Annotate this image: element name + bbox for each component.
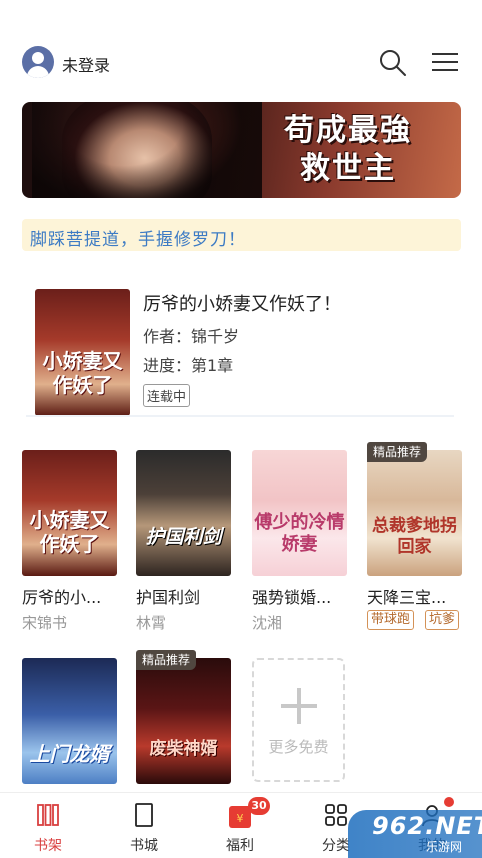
book-cover[interactable]: 废柴神婿 — [136, 658, 231, 784]
book-author: 宋锦书 — [22, 614, 68, 632]
premium-badge: 精品推荐 — [136, 650, 197, 670]
featured-book-progress: 进度：第1章 — [143, 356, 234, 375]
book-item[interactable]: 上门龙婿 — [22, 658, 117, 784]
book-cover[interactable]: 傅少的冷情娇妻 — [252, 450, 347, 576]
header: 未登录 — [22, 44, 462, 84]
featured-book-author: 作者：锦千岁 — [143, 327, 240, 346]
category-grid-icon — [324, 803, 348, 827]
book-tag: 坑爹 — [425, 610, 460, 630]
book-title: 厉爷的小... — [22, 588, 102, 607]
search-icon[interactable] — [378, 48, 408, 78]
book-item[interactable]: 护国利剑 护国利剑 林霄 — [136, 450, 231, 632]
site-watermark: 962.NET 乐游网 — [348, 810, 482, 858]
tab-welfare[interactable]: ¥ 30 福利 — [200, 797, 280, 857]
promo-banner[interactable]: 苟成最強 救世主 — [22, 102, 461, 198]
menu-icon[interactable] — [430, 50, 460, 76]
featured-book[interactable]: 小娇妻又作妖了 厉爷的小娇妻又作妖了！ 作者：锦千岁 进度：第1章 连载中 — [22, 280, 461, 426]
book-item[interactable]: 小娇妻又作妖了 厉爷的小... 宋锦书 — [22, 450, 117, 632]
book-item[interactable]: 傅少的冷情娇妻 强势锁婚... 沈湘 — [252, 450, 347, 632]
book-title: 强势锁婚... — [252, 588, 332, 607]
book-cover[interactable]: 上门龙婿 — [22, 658, 117, 784]
book-cover[interactable]: 护国利剑 — [136, 450, 231, 576]
book-title: 天降三宝... — [367, 588, 447, 607]
svg-text:¥: ¥ — [237, 812, 244, 825]
notice-bar[interactable]: 脚踩菩提道，手握修罗刀！ — [22, 219, 461, 251]
book-item[interactable]: 精品推荐 废柴神婿 — [136, 650, 231, 784]
login-label[interactable]: 未登录 — [62, 52, 110, 76]
notice-text: 脚踩菩提道，手握修罗刀！ — [30, 230, 246, 250]
more-free-label: 更多免费 — [268, 738, 329, 756]
featured-book-title: 厉爷的小娇妻又作妖了！ — [143, 294, 341, 315]
more-free-button[interactable]: 更多免费 — [252, 658, 345, 782]
book-cover[interactable]: 小娇妻又作妖了 — [22, 450, 117, 576]
banner-title: 苟成最強 救世主 — [284, 113, 412, 186]
tab-bookshelf[interactable]: 书架 — [8, 801, 88, 857]
divider — [26, 415, 454, 417]
status-badge: 连载中 — [143, 384, 191, 407]
book-tag: 带球跑 — [367, 610, 415, 630]
book-item[interactable]: 精品推荐 总裁爹地拐回家 天降三宝... 带球跑 坑爹 — [367, 442, 462, 630]
avatar-icon[interactable] — [22, 46, 54, 78]
book-icon — [132, 803, 156, 827]
book-author: 沈湘 — [252, 614, 283, 632]
book-cover[interactable]: 总裁爹地拐回家 — [367, 450, 462, 576]
featured-book-cover[interactable]: 小娇妻又作妖了 — [35, 289, 130, 416]
notification-dot — [444, 797, 454, 807]
bookshelf-icon — [36, 803, 60, 827]
book-title: 护国利剑 — [136, 588, 201, 607]
tab-bookstore[interactable]: 书城 — [104, 801, 184, 857]
welfare-count-badge: 30 — [248, 797, 270, 815]
premium-badge: 精品推荐 — [367, 442, 428, 462]
book-author: 林霄 — [136, 614, 167, 632]
